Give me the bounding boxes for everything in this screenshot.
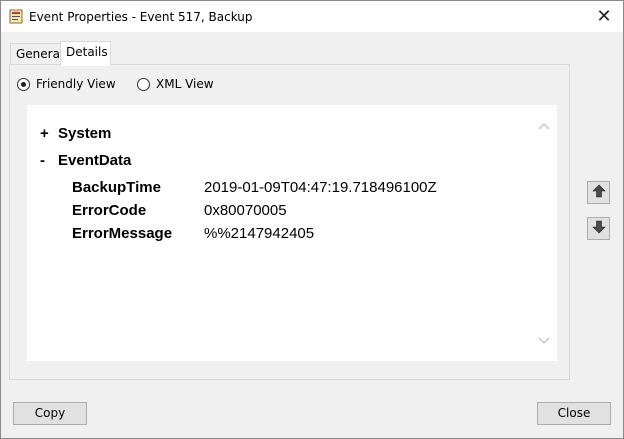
field-name: ErrorMessage: [72, 224, 173, 242]
expand-toggle[interactable]: +: [40, 125, 58, 142]
radio-unchecked-indicator: [137, 77, 150, 91]
chevron-up-icon[interactable]: [536, 119, 552, 135]
next-event-button[interactable]: [587, 217, 610, 240]
copy-button[interactable]: Copy: [13, 402, 87, 425]
tab-general[interactable]: General: [10, 43, 63, 65]
chevron-down-icon[interactable]: [536, 332, 552, 348]
arrow-up-icon: [591, 184, 606, 201]
friendly-view-radio[interactable]: Friendly View: [17, 76, 116, 92]
field-row-errormessage: ErrorMessage %%2147942405: [72, 223, 314, 243]
radio-checked-indicator: [17, 77, 30, 91]
collapse-toggle[interactable]: -: [40, 152, 58, 169]
field-name: ErrorCode: [72, 201, 147, 219]
event-details-view[interactable]: + System - EventData BackupTime 2019-01-…: [27, 105, 557, 361]
event-properties-window: Event Properties - Event 517, Backup ✕ G…: [0, 0, 624, 439]
title-bar: Event Properties - Event 517, Backup ✕: [1, 1, 623, 32]
previous-event-button[interactable]: [587, 181, 610, 204]
tree-node-eventdata[interactable]: - EventData: [40, 152, 131, 169]
xml-view-radio[interactable]: XML View: [137, 76, 214, 92]
xml-view-label: XML View: [156, 77, 214, 91]
field-value: %%2147942405: [204, 224, 315, 242]
friendly-view-label: Friendly View: [36, 77, 116, 91]
field-value: 0x80070005: [204, 201, 287, 219]
field-row-errorcode: ErrorCode 0x80070005: [72, 200, 287, 220]
close-button[interactable]: Close: [537, 402, 611, 425]
field-value: 2019-01-09T04:47:19.718496100Z: [204, 178, 437, 196]
close-window-icon[interactable]: ✕: [585, 1, 623, 32]
window-title: Event Properties - Event 517, Backup: [29, 10, 253, 24]
tree-node-system[interactable]: + System: [40, 125, 111, 142]
field-row-backuptime: BackupTime 2019-01-09T04:47:19.718496100…: [72, 177, 437, 197]
arrow-down-icon: [591, 220, 606, 237]
tab-details[interactable]: Details: [60, 41, 111, 66]
event-viewer-icon: [9, 9, 23, 24]
node-label: EventData: [58, 152, 132, 169]
field-name: BackupTime: [72, 178, 161, 196]
node-label: System: [58, 125, 112, 142]
